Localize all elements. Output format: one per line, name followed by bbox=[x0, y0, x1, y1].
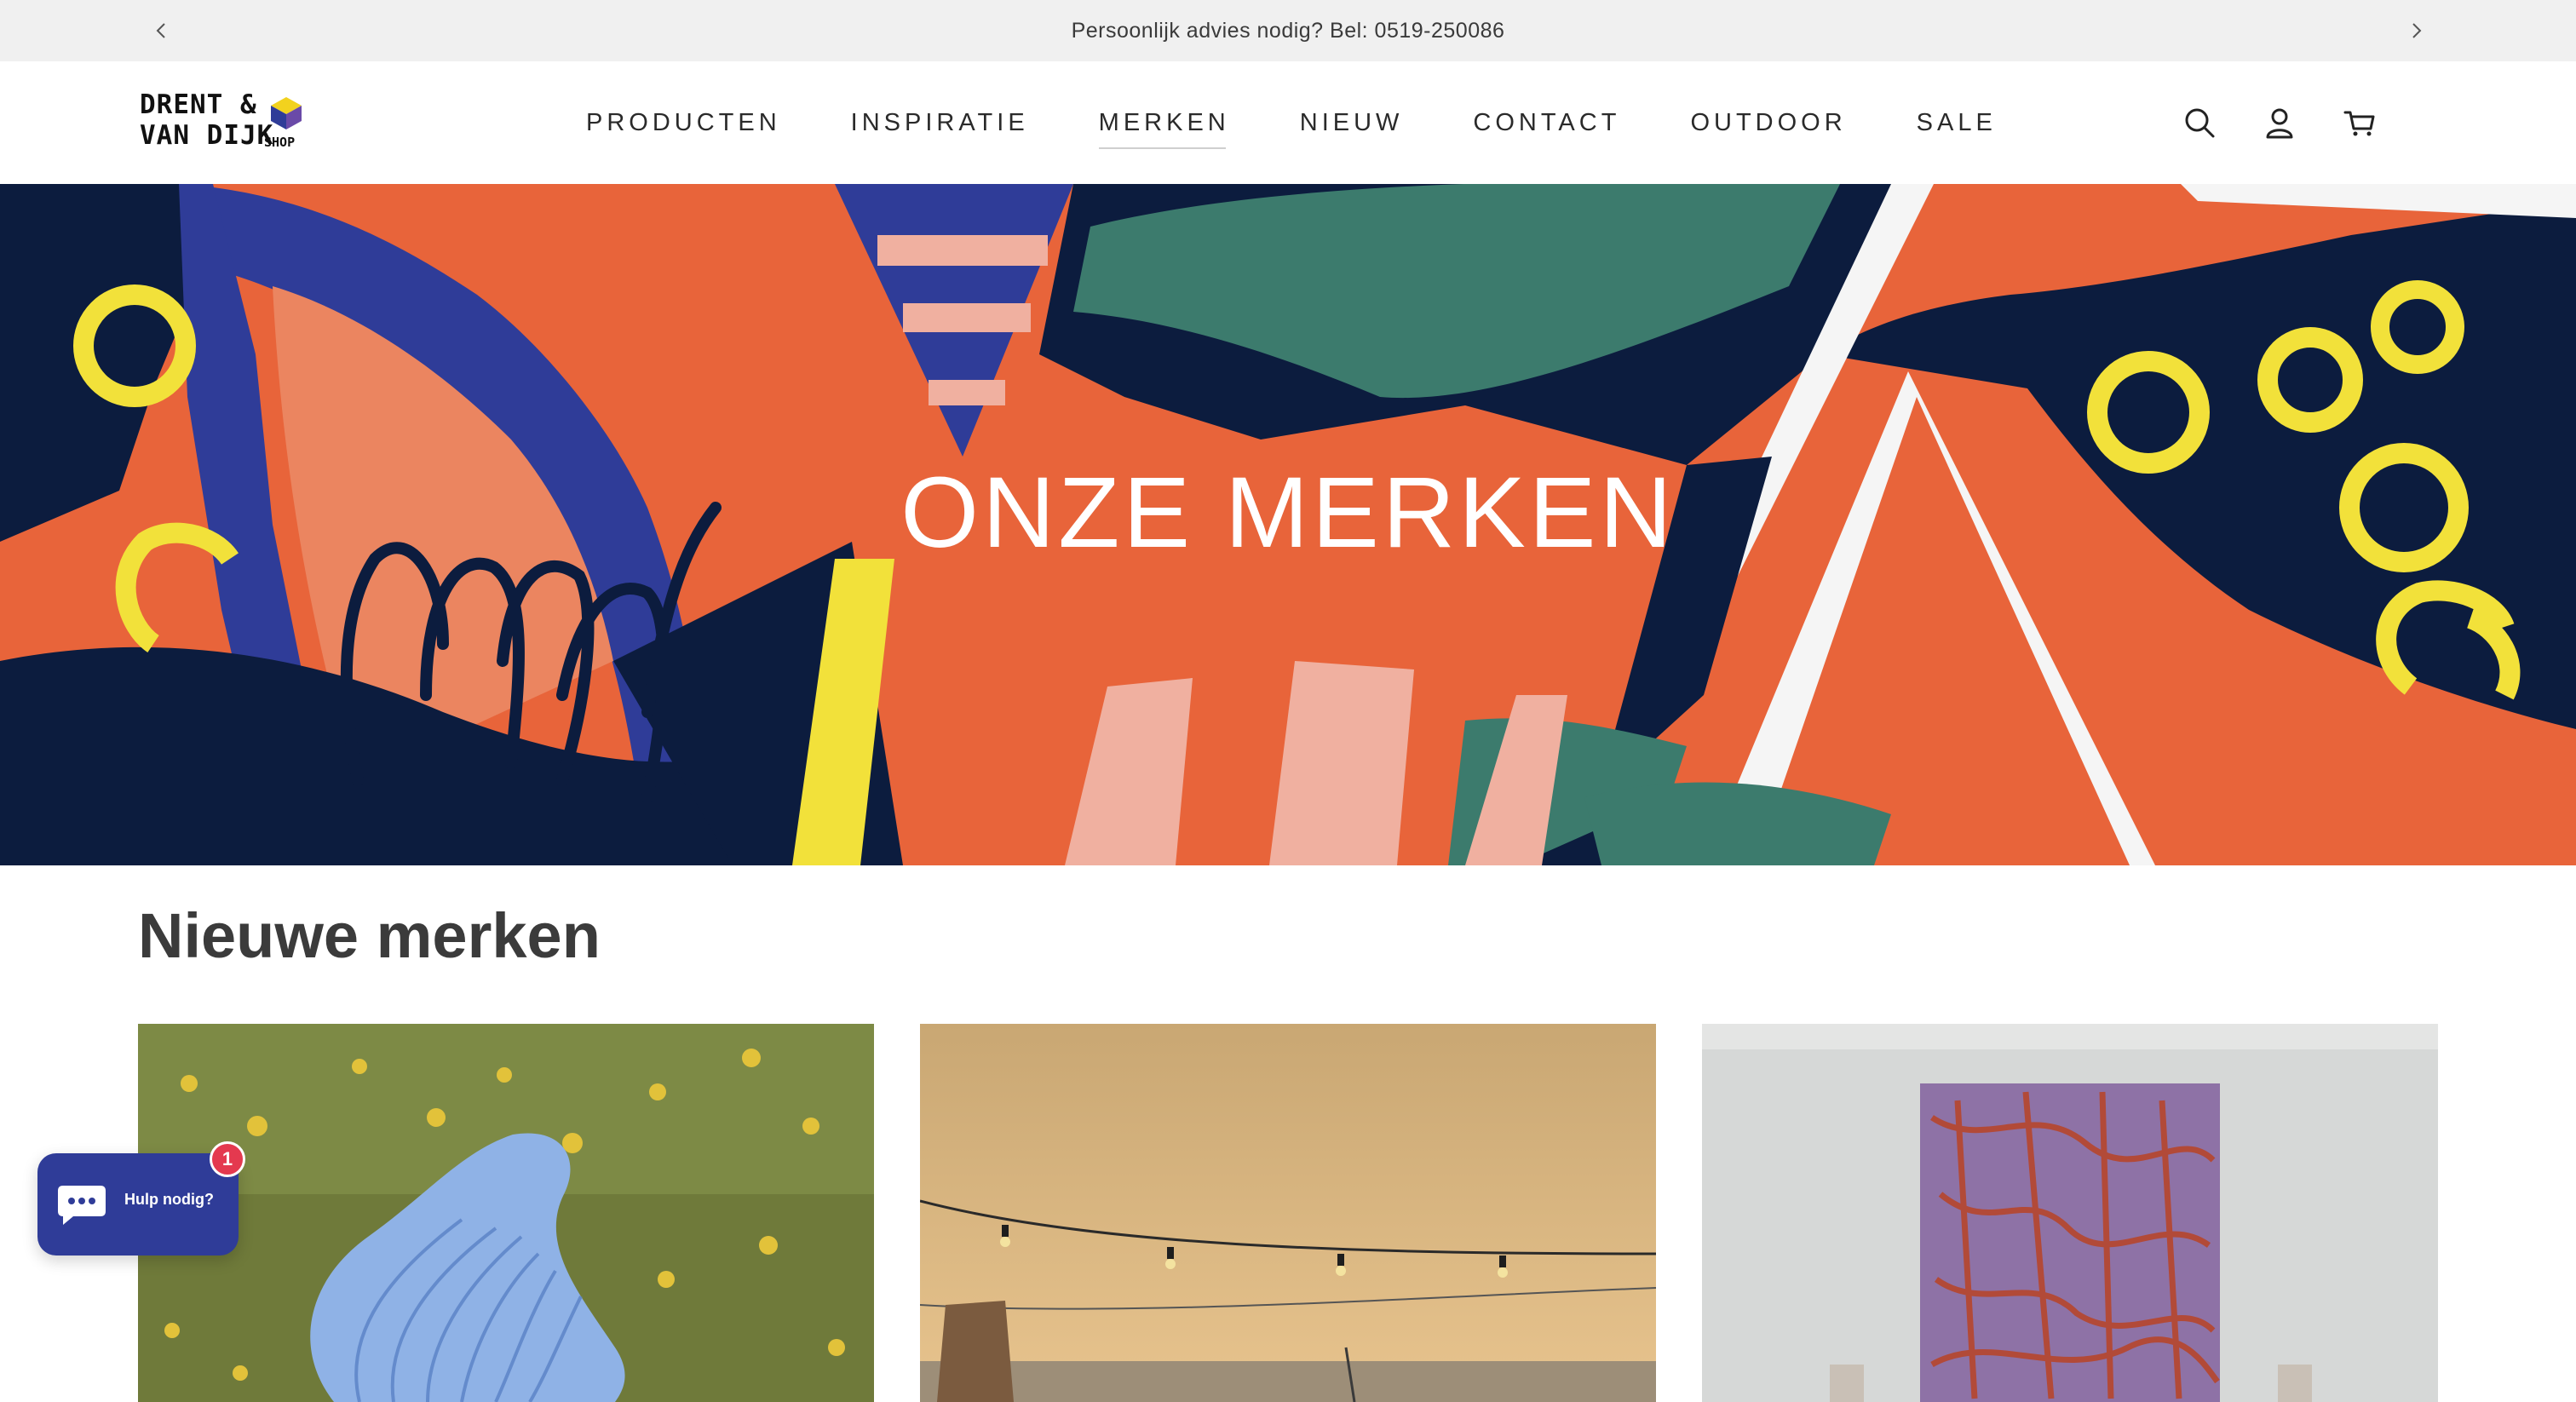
nav-item-nieuw[interactable]: NIEUW bbox=[1300, 109, 1404, 137]
chat-bubble-icon bbox=[58, 1186, 106, 1225]
brand-card-1[interactable] bbox=[138, 1024, 874, 1402]
hero-banner: ONZE MERKEN bbox=[0, 184, 2576, 865]
brand-image-beach-lights bbox=[920, 1024, 1656, 1402]
brand-image-painting bbox=[1702, 1024, 2438, 1402]
chat-label: Hulp nodig? bbox=[124, 1191, 214, 1208]
chat-widget-button[interactable]: Hulp nodig? bbox=[37, 1153, 239, 1255]
site-header: DRENT & VAN DIJK SHOP PRODUCTEN INSPIRAT… bbox=[0, 61, 2576, 184]
announcement-next-button[interactable] bbox=[2397, 12, 2435, 49]
announcement-bar: Persoonlijk advies nodig? Bel: 0519-2500… bbox=[0, 0, 2576, 61]
hero-title: ONZE MERKEN bbox=[900, 457, 1676, 569]
site-logo[interactable]: DRENT & VAN DIJK SHOP bbox=[140, 90, 319, 158]
search-button[interactable] bbox=[2179, 102, 2220, 143]
nav-item-merken[interactable]: MERKEN bbox=[1098, 109, 1230, 149]
logo-cube-icon bbox=[271, 97, 302, 129]
announcement-text: Persoonlijk advies nodig? Bel: 0519-2500… bbox=[1071, 18, 1505, 43]
announcement-prev-button[interactable] bbox=[143, 12, 181, 49]
logo-shop: SHOP bbox=[264, 135, 296, 150]
cart-button[interactable] bbox=[2339, 102, 2380, 143]
brand-card-2[interactable] bbox=[920, 1024, 1656, 1402]
nav-item-inspiratie[interactable]: INSPIRATIE bbox=[851, 109, 1029, 137]
chat-notification-badge: 1 bbox=[210, 1141, 245, 1177]
nav-item-sale[interactable]: SALE bbox=[1917, 109, 1997, 137]
nav-item-contact[interactable]: CONTACT bbox=[1473, 109, 1620, 137]
chevron-left-icon bbox=[156, 23, 165, 38]
search-icon bbox=[2185, 108, 2215, 138]
account-button[interactable] bbox=[2259, 102, 2300, 143]
nav-item-outdoor[interactable]: OUTDOOR bbox=[1690, 109, 1846, 137]
logo-line-1: DRENT & bbox=[140, 89, 257, 120]
section-title: Nieuwe merken bbox=[138, 900, 601, 971]
brand-image-glass-vase bbox=[138, 1024, 874, 1402]
chevron-right-icon bbox=[2412, 23, 2422, 38]
cart-icon bbox=[2343, 111, 2375, 136]
logo-line-2: VAN DIJK bbox=[140, 120, 274, 151]
brand-card-3[interactable] bbox=[1702, 1024, 2438, 1402]
nav-item-producten[interactable]: PRODUCTEN bbox=[586, 109, 781, 137]
main-nav: PRODUCTEN INSPIRATIE MERKEN NIEUW CONTAC… bbox=[586, 61, 1997, 184]
account-icon bbox=[2266, 108, 2293, 139]
